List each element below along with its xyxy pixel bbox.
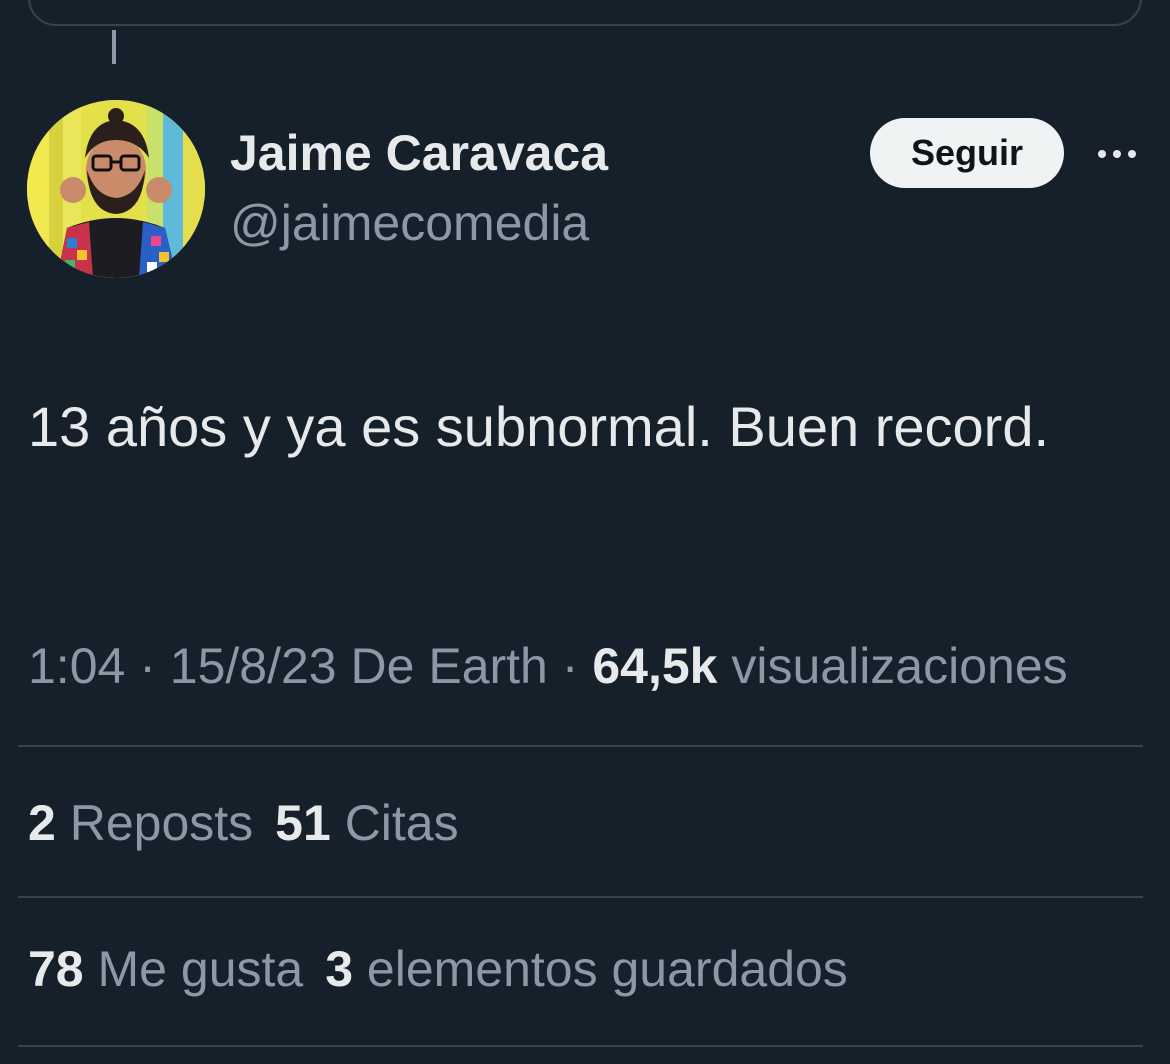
quoted-tweet-card[interactable] xyxy=(28,0,1142,26)
views-label: visualizaciones xyxy=(731,638,1068,694)
author-display-name[interactable]: Jaime Caravaca xyxy=(230,124,608,182)
views-count[interactable]: 64,5k xyxy=(592,638,717,694)
likes-bookmarks-row: 78 Me gusta 3 elementos guardados xyxy=(28,940,870,998)
reposts-stat[interactable]: 2 Reposts xyxy=(28,794,253,852)
avatar[interactable] xyxy=(27,100,205,278)
more-options-button[interactable] xyxy=(1090,132,1144,176)
reposts-count: 2 xyxy=(28,795,56,851)
tweet-meta: 1:04 · 15/8/23 De Earth · 64,5k visualiz… xyxy=(28,628,1128,704)
tweet-time[interactable]: 1:04 xyxy=(28,638,125,694)
quotes-stat[interactable]: 51 Citas xyxy=(275,794,458,852)
meta-separator: · xyxy=(139,638,156,694)
tweet-text: 13 años y ya es subnormal. Buen record. xyxy=(28,395,1050,458)
likes-stat[interactable]: 78 Me gusta xyxy=(28,940,303,998)
tweet-source: De Earth xyxy=(350,638,548,694)
reposts-label: Reposts xyxy=(69,795,254,851)
follow-button[interactable]: Seguir xyxy=(870,118,1064,188)
divider xyxy=(18,896,1143,898)
bookmarks-count: 3 xyxy=(325,941,354,997)
quotes-label: Citas xyxy=(344,795,459,851)
avatar-photo xyxy=(27,100,205,278)
bookmarks-label: elementos guardados xyxy=(366,941,848,997)
more-horizontal-icon xyxy=(1098,150,1136,158)
quotes-count: 51 xyxy=(275,795,331,851)
likes-count: 78 xyxy=(28,941,84,997)
author-handle[interactable]: @jaimecomedia xyxy=(230,194,589,252)
divider xyxy=(18,1045,1143,1047)
thread-connector-line xyxy=(112,30,116,64)
divider xyxy=(18,745,1143,747)
tweet-date[interactable]: 15/8/23 xyxy=(170,638,337,694)
reposts-quotes-row: 2 Reposts 51 Citas xyxy=(28,794,481,852)
bookmarks-stat[interactable]: 3 elementos guardados xyxy=(325,940,848,998)
meta-separator: · xyxy=(561,638,579,694)
likes-label: Me gusta xyxy=(97,941,304,997)
